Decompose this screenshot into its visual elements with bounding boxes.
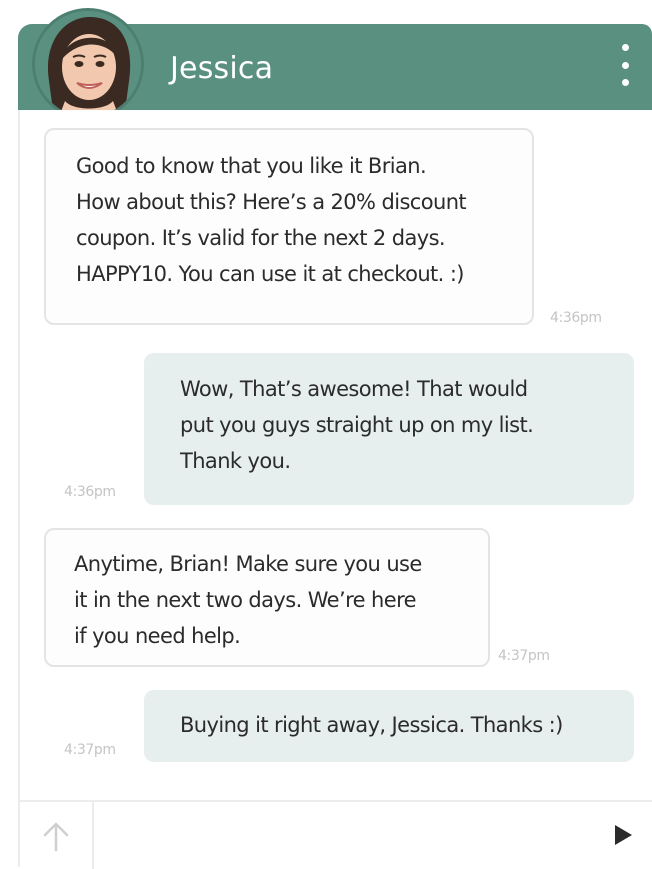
message-line: Buying it right away, Jessica. Thanks :)	[180, 713, 563, 737]
message-composer	[18, 800, 652, 869]
message-list[interactable]: Good to know that you like it Brian. How…	[18, 110, 652, 800]
message-bubble-incoming: Good to know that you like it Brian. How…	[44, 128, 534, 325]
menu-dot	[621, 79, 629, 86]
message-line: Good to know that you like it Brian.	[76, 154, 427, 178]
message-line: Thank you.	[180, 449, 291, 473]
message-bubble-outgoing: Buying it right away, Jessica. Thanks :)	[144, 690, 634, 762]
message-bubble-incoming: Anytime, Brian! Make sure you use it in …	[44, 528, 490, 667]
menu-dot	[621, 44, 629, 51]
message-timestamp: 4:37pm	[498, 648, 550, 664]
message-line: if you need help.	[74, 624, 241, 648]
message-line: put you guys straight up on my list.	[180, 413, 534, 437]
message-line: Anytime, Brian! Make sure you use	[74, 552, 422, 576]
send-triangle-icon[interactable]	[608, 820, 638, 850]
message-line: Wow, That’s awesome! That would	[180, 377, 528, 401]
more-vertical-icon[interactable]	[618, 44, 632, 86]
message-bubble-outgoing: Wow, That’s awesome! That would put you …	[144, 353, 634, 505]
contact-name: Jessica	[170, 51, 274, 86]
menu-dot	[621, 61, 629, 69]
message-timestamp: 4:37pm	[64, 742, 116, 758]
arrow-up-icon[interactable]	[20, 802, 94, 869]
contact-avatar[interactable]	[32, 8, 144, 120]
message-line: it in the next two days. We’re here	[74, 588, 417, 612]
message-line: coupon. It’s valid for the next 2 days.	[76, 226, 446, 250]
message-line: How about this? Here’s a 20% discount	[76, 190, 467, 214]
chat-widget: Jessica Good to know that you like it Br…	[18, 0, 652, 869]
message-timestamp: 4:36pm	[64, 484, 116, 500]
message-line: HAPPY10. You can use it at checkout. :)	[76, 262, 465, 286]
message-timestamp: 4:36pm	[550, 310, 602, 326]
message-input[interactable]	[94, 806, 598, 864]
